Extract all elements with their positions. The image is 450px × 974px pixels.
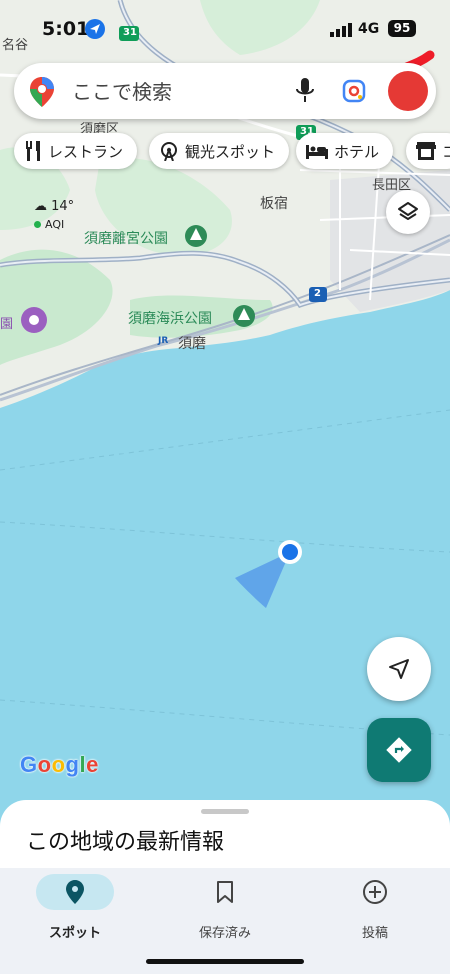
layers-button[interactable] (386, 190, 430, 234)
ferris-wheel-icon (161, 142, 177, 161)
status-time: 5:01 (42, 18, 90, 40)
route-2-shield: 2 (314, 288, 321, 299)
chip-store-label: コ (442, 142, 450, 161)
microphone-icon[interactable] (296, 78, 314, 108)
directions-button[interactable] (367, 718, 431, 782)
weather-widget[interactable]: ☁ 14° AQI (34, 199, 74, 231)
chip-hotel-label: ホテル (334, 142, 380, 161)
signal-icon (330, 22, 354, 41)
tab-saved-label: 保存済み (198, 926, 251, 941)
bookmark-icon (186, 874, 264, 910)
tab-contribute[interactable]: 投稿 (300, 874, 450, 944)
map-label-sono: 園 (0, 317, 14, 332)
sheet-title: この地域の最新情報 (26, 830, 225, 855)
google-lens-icon[interactable] (342, 79, 366, 107)
sheet-drag-handle[interactable] (201, 809, 249, 814)
status-bar: 5:01 4G 95 (0, 18, 450, 46)
park-label-suma-rikyu: 須磨離宮公園 (84, 231, 168, 247)
tab-contribute-label: 投稿 (361, 926, 388, 941)
map-label-itayado: 板宿 (260, 196, 288, 212)
chip-store[interactable]: コ (406, 133, 450, 169)
tab-explore-label: スポット (48, 926, 101, 941)
navigation-arrow-icon (389, 659, 409, 679)
battery-icon: 95 (388, 20, 416, 37)
directions-icon (386, 737, 412, 763)
aqi-label: AQI (45, 218, 65, 231)
cloud-icon: ☁ (34, 199, 47, 214)
weather-temp: 14° (51, 199, 75, 214)
aqi-indicator: AQI (34, 218, 74, 231)
search-input[interactable] (70, 75, 274, 109)
location-arrow-icon (85, 19, 105, 39)
chip-restaurant[interactable]: レストラン (14, 133, 138, 169)
bed-icon (306, 145, 328, 159)
jr-station-icon: JR (158, 336, 169, 346)
network-type: 4G (358, 21, 380, 37)
tab-explore[interactable]: スポット (0, 874, 150, 944)
tab-saved[interactable]: 保存済み (150, 874, 300, 944)
layers-icon (398, 202, 418, 220)
home-indicator (146, 959, 304, 964)
chip-tourist-spots[interactable]: 観光スポット (149, 133, 290, 169)
restaurant-icon (26, 141, 40, 161)
chip-tourist-spots-label: 観光スポット (185, 142, 276, 161)
map-label-suma: 須磨 (178, 336, 206, 352)
google-logo: Google (20, 752, 99, 777)
account-avatar[interactable] (386, 69, 430, 117)
my-location-button[interactable] (367, 637, 431, 701)
maps-pin-logo-icon (30, 77, 54, 111)
aqi-dot-icon (34, 221, 41, 228)
location-pin-icon (36, 874, 114, 910)
add-circle-icon (336, 874, 414, 910)
store-icon (416, 142, 436, 160)
chip-restaurant-label: レストラン (48, 142, 124, 161)
park-label-suma-kaihin: 須磨海浜公園 (128, 311, 212, 327)
chip-hotel[interactable]: ホテル (296, 133, 394, 169)
search-bar[interactable] (14, 63, 436, 119)
